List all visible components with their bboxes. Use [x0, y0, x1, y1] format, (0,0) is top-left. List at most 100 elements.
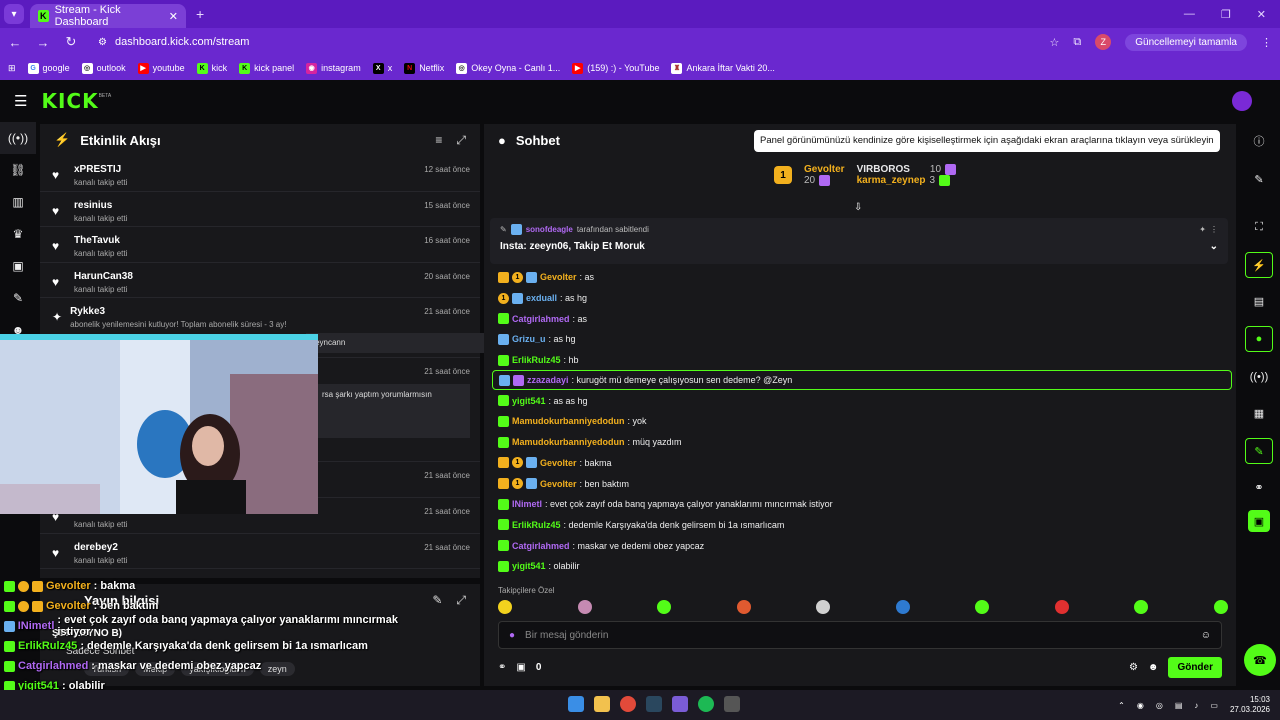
- info-icon[interactable]: ⓘ: [1245, 128, 1273, 154]
- bookmark-instagram[interactable]: ◉ instagram: [306, 62, 361, 74]
- chat-username[interactable]: INimetl: [512, 499, 542, 509]
- emote-icon[interactable]: [1054, 600, 1069, 614]
- fullscreen-icon[interactable]: ⛶: [1245, 214, 1273, 240]
- filter-icon[interactable]: ≡: [435, 133, 442, 148]
- battery-icon[interactable]: ▭: [1210, 701, 1218, 710]
- back-icon[interactable]: ←: [8, 35, 22, 50]
- bookmark-youtube-2[interactable]: ▶ (159) :) - YouTube: [572, 62, 659, 74]
- chat-username[interactable]: ErlikRulz45: [512, 355, 561, 365]
- send-button[interactable]: Gönder: [1168, 656, 1222, 678]
- emote-icon[interactable]: [498, 600, 512, 614]
- chat-username[interactable]: Mamudokurbanniyedodun: [512, 416, 625, 426]
- chevron-down-icon[interactable]: ⌄: [1210, 241, 1218, 252]
- emoji-icon[interactable]: ☺: [1201, 630, 1211, 641]
- browser-tab[interactable]: K Stream - Kick Dashboard ✕: [30, 4, 186, 28]
- bookmark-google[interactable]: Ggoogle: [27, 62, 70, 74]
- volume-icon[interactable]: ♪: [1194, 701, 1198, 710]
- support-icon[interactable]: ☎: [1244, 644, 1276, 676]
- gift-box-icon[interactable]: ▣: [516, 662, 525, 673]
- chat-username[interactable]: Grizu_u: [512, 334, 546, 344]
- emote-icon[interactable]: [1134, 600, 1149, 614]
- bookmark-kick-panel[interactable]: Kkick panel: [239, 62, 294, 74]
- tray-chevron-icon[interactable]: ⌃: [1118, 701, 1125, 710]
- edit-icon[interactable]: ✎: [1245, 166, 1273, 192]
- tab-search-icon[interactable]: ▾: [4, 4, 24, 24]
- notes-icon[interactable]: ▤: [1245, 288, 1273, 314]
- bookmark-x[interactable]: Xx: [372, 62, 392, 74]
- leader-name[interactable]: Gevolter: [804, 164, 845, 175]
- points-icon[interactable]: ⚭: [498, 662, 506, 673]
- chat-username[interactable]: zzazadayi: [527, 375, 569, 385]
- settings-icon[interactable]: ⚙: [1129, 662, 1138, 673]
- bookmark-star-icon[interactable]: ☆: [1050, 36, 1060, 49]
- browser-menu-icon[interactable]: ⋮: [1261, 36, 1272, 49]
- bookmark-youtube[interactable]: ▶ youtube: [137, 62, 185, 74]
- menu-icon[interactable]: ☰: [14, 92, 27, 110]
- video-icon[interactable]: ▣: [0, 250, 36, 282]
- chat-username[interactable]: ErlikRulz45: [512, 520, 561, 530]
- chrome-icon[interactable]: [620, 696, 636, 712]
- user-avatar[interactable]: [1232, 91, 1252, 111]
- game-widget-icon[interactable]: ▣: [1248, 510, 1270, 532]
- bookmark-outlook[interactable]: ◎ outlook: [81, 62, 126, 74]
- edit-icon[interactable]: ✎: [432, 593, 442, 608]
- chat-input[interactable]: ● Bir mesaj gönderin ☺: [498, 621, 1222, 649]
- analytics-icon[interactable]: ▥: [0, 186, 36, 218]
- profile-avatar[interactable]: Z: [1095, 34, 1112, 50]
- emote-icon[interactable]: [895, 600, 910, 614]
- new-tab-icon[interactable]: +: [196, 6, 204, 22]
- url-field[interactable]: ⚙ dashboard.kick.com/stream: [92, 31, 1036, 53]
- minimize-icon[interactable]: —: [1184, 8, 1195, 21]
- chat-username[interactable]: Gevolter: [540, 458, 577, 468]
- chat-username[interactable]: Mamudokurbanniyedodun: [512, 437, 625, 447]
- discord-icon[interactable]: [672, 696, 688, 712]
- emote-icon[interactable]: [736, 600, 751, 614]
- popout-icon[interactable]: ⤢: [456, 133, 466, 148]
- chat-username[interactable]: Gevolter: [540, 479, 577, 489]
- apps-icon[interactable]: ⊞: [8, 63, 16, 74]
- update-button[interactable]: Güncellemeyi tamamla: [1125, 33, 1247, 51]
- chat-widget-icon[interactable]: ●: [1245, 326, 1273, 352]
- windows-start-icon[interactable]: [568, 696, 584, 712]
- users-widget-icon[interactable]: ⚭: [1245, 474, 1273, 500]
- emote-icon[interactable]: [816, 600, 831, 614]
- stream-icon[interactable]: ((•)): [0, 122, 36, 154]
- site-info-icon[interactable]: ⚙: [98, 37, 107, 48]
- wrench-widget-icon[interactable]: ✎: [1245, 438, 1273, 464]
- layers-icon[interactable]: ▦: [1245, 400, 1273, 426]
- emote-icon[interactable]: [1213, 600, 1228, 614]
- app-icon[interactable]: [724, 696, 740, 712]
- mic-icon[interactable]: ●: [509, 630, 515, 641]
- leader-name[interactable]: VIRBOROS: [857, 164, 910, 175]
- chat-username[interactable]: Catgirlahmed: [512, 314, 570, 324]
- popout-icon[interactable]: ⤢: [456, 593, 466, 608]
- bookmark-ankara[interactable]: ♜ Ankara İftar Vakti 20...: [671, 62, 775, 74]
- leader-name[interactable]: karma_zeynep: [857, 175, 926, 186]
- forward-icon[interactable]: →: [36, 35, 50, 50]
- steam-tray-icon[interactable]: ◎: [1156, 701, 1163, 710]
- clock[interactable]: 15:03 27.03.2026: [1230, 695, 1270, 715]
- chat-username[interactable]: Gevolter: [540, 272, 577, 282]
- emote-icon[interactable]: [657, 600, 672, 614]
- chat-username[interactable]: exduall: [526, 293, 557, 303]
- chat-username[interactable]: yigit541: [512, 561, 546, 571]
- bookmark-okey[interactable]: ◎ Okey Oyna - Canlı 1...: [456, 62, 560, 74]
- unpin-icon[interactable]: ✦: [1199, 225, 1206, 234]
- spotify-icon[interactable]: [698, 696, 714, 712]
- wifi-icon[interactable]: ▤: [1175, 701, 1183, 710]
- emote-icon[interactable]: [577, 600, 592, 614]
- emote-icon[interactable]: [975, 600, 990, 614]
- wrench-icon[interactable]: ✎: [0, 282, 36, 314]
- close-tab-icon[interactable]: ✕: [169, 10, 178, 23]
- extensions-icon[interactable]: ⧉: [1073, 36, 1081, 49]
- file-explorer-icon[interactable]: [594, 696, 610, 712]
- activity-widget-icon[interactable]: ⚡: [1245, 252, 1273, 278]
- discord-tray-icon[interactable]: ◉: [1137, 701, 1144, 710]
- chat-username[interactable]: Catgirlahmed: [512, 541, 570, 551]
- chat-users-icon[interactable]: ☻: [1148, 662, 1159, 673]
- scroll-down-icon[interactable]: ⇩: [854, 202, 862, 213]
- steam-icon[interactable]: [646, 696, 662, 712]
- bookmark-kick[interactable]: Kkick: [196, 62, 227, 74]
- broadcast-icon[interactable]: ((•)): [1245, 364, 1273, 390]
- reload-icon[interactable]: ↻: [64, 34, 78, 50]
